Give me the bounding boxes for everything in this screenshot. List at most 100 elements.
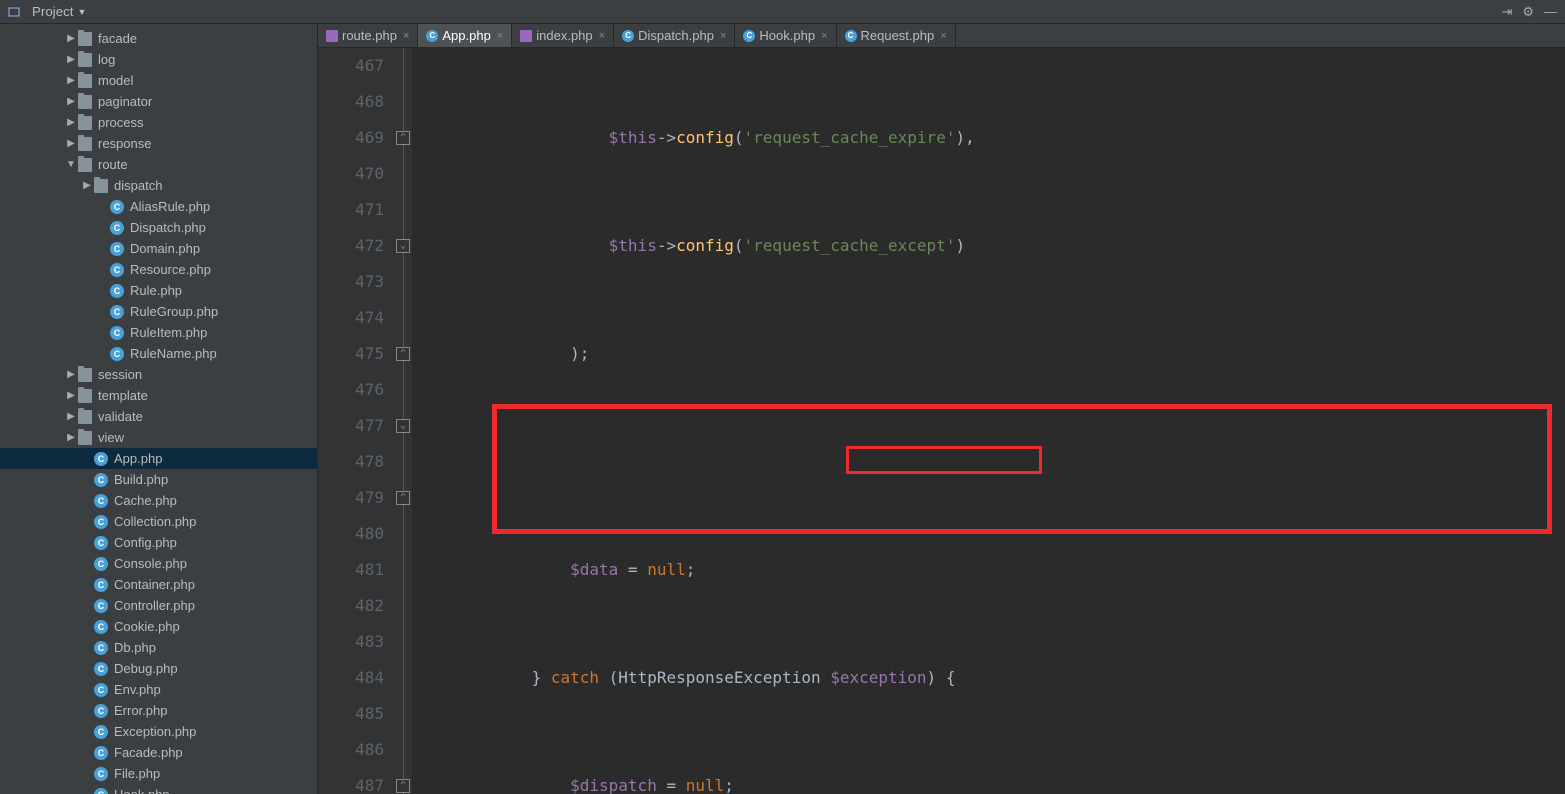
line-number: 476 xyxy=(318,372,384,408)
tree-arrow-icon[interactable]: ▶ xyxy=(80,180,94,191)
tree-arrow-icon[interactable]: ▶ xyxy=(64,369,78,380)
tree-row[interactable]: ▶template xyxy=(0,385,317,406)
tree-row[interactable]: ▶ log xyxy=(0,49,317,70)
tree-label: Error.php xyxy=(114,703,317,718)
close-icon[interactable]: × xyxy=(497,30,503,42)
tree-row[interactable]: ▶view xyxy=(0,427,317,448)
code-editor[interactable]: 4674684694704714724734744754764774784794… xyxy=(318,48,1565,794)
tree-row[interactable]: ▶CRuleItem.php xyxy=(0,322,317,343)
fold-toggle-icon[interactable]: ⌃ xyxy=(396,779,410,793)
tree-row[interactable]: ▶CError.php xyxy=(0,700,317,721)
fold-toggle-icon[interactable]: ⌃ xyxy=(396,347,410,361)
tree-row[interactable]: ▶ response xyxy=(0,133,317,154)
tree-row[interactable]: ▶CConfig.php xyxy=(0,532,317,553)
fold-toggle-icon[interactable]: ⌃ xyxy=(396,131,410,145)
tree-row[interactable]: ▶CFile.php xyxy=(0,763,317,784)
fold-toggle-icon[interactable]: ⌄ xyxy=(396,239,410,253)
tree-label: session xyxy=(98,367,317,382)
tree-row[interactable]: ▶process xyxy=(0,112,317,133)
close-icon[interactable]: × xyxy=(940,30,946,42)
tree-label: Container.php xyxy=(114,577,317,592)
tree-row[interactable]: ▶CApp.php xyxy=(0,448,317,469)
tree-row[interactable]: ▶CResource.php xyxy=(0,259,317,280)
tree-label: model xyxy=(98,73,317,88)
tree-row[interactable]: ▶CRule.php xyxy=(0,280,317,301)
tree-row[interactable]: ▶CConsole.php xyxy=(0,553,317,574)
tree-arrow-icon[interactable]: ▶ xyxy=(64,75,78,86)
tree-row[interactable]: ▶CRuleGroup.php xyxy=(0,301,317,322)
tree-row[interactable]: ▶CFacade.php xyxy=(0,742,317,763)
tree-row[interactable]: ▼route xyxy=(0,154,317,175)
fold-toggle-icon[interactable]: ⌄ xyxy=(396,419,410,433)
close-icon[interactable]: × xyxy=(821,30,827,42)
tree-row[interactable]: ▶CException.php xyxy=(0,721,317,742)
tree-row[interactable]: ▶CRuleName.php xyxy=(0,343,317,364)
tree-row[interactable]: ▶CCollection.php xyxy=(0,511,317,532)
class-file-icon: C xyxy=(94,767,108,781)
close-icon[interactable]: × xyxy=(599,30,605,42)
line-number: 481 xyxy=(318,552,384,588)
tree-row[interactable]: ▶CCookie.php xyxy=(0,616,317,637)
tree-arrow-icon[interactable]: ▶ xyxy=(64,432,78,443)
class-file-icon: C xyxy=(94,788,108,794)
tree-label: File.php xyxy=(114,766,317,781)
line-number: 473 xyxy=(318,264,384,300)
tree-row[interactable]: ▶CCache.php xyxy=(0,490,317,511)
close-icon[interactable]: × xyxy=(403,30,409,42)
tree-row[interactable]: ▶validate xyxy=(0,406,317,427)
tree-row[interactable]: ▶dispatch xyxy=(0,175,317,196)
tree-arrow-icon[interactable]: ▶ xyxy=(64,138,78,149)
folder-icon xyxy=(78,116,92,130)
tree-label: App.php xyxy=(114,451,317,466)
tree-row[interactable]: ▶ session xyxy=(0,364,317,385)
tab-label: App.php xyxy=(442,28,490,43)
code-content[interactable]: $this->config('request_cache_expire'), $… xyxy=(412,48,1565,794)
project-dropdown[interactable]: Project ▼ xyxy=(26,2,92,21)
folder-icon xyxy=(94,179,108,193)
tree-row[interactable]: ▶CDispatch.php xyxy=(0,217,317,238)
tree-row[interactable]: ▶facade xyxy=(0,28,317,49)
editor-tab[interactable]: CDispatch.php× xyxy=(614,24,735,47)
folder-icon xyxy=(78,158,92,172)
tree-row[interactable]: ▶CDebug.php xyxy=(0,658,317,679)
tree-row[interactable]: ▶CDomain.php xyxy=(0,238,317,259)
tree-label: Cache.php xyxy=(114,493,317,508)
tree-row[interactable]: ▶CEnv.php xyxy=(0,679,317,700)
class-file-icon: C xyxy=(94,683,108,697)
tree-arrow-icon[interactable]: ▶ xyxy=(64,96,78,107)
tree-row[interactable]: ▶CBuild.php xyxy=(0,469,317,490)
tree-label: response xyxy=(98,136,317,151)
title-bar: Project ▼ ⇥ ⚙ — xyxy=(0,0,1565,24)
tree-row[interactable]: ▶CController.php xyxy=(0,595,317,616)
editor-tab[interactable]: CHook.php× xyxy=(735,24,836,47)
tree-row[interactable]: ▶CHook.php xyxy=(0,784,317,794)
class-file-icon: C xyxy=(743,30,755,42)
tree-arrow-icon[interactable]: ▶ xyxy=(64,54,78,65)
editor-tab[interactable]: CApp.php× xyxy=(418,24,512,47)
tree-arrow-icon[interactable]: ▼ xyxy=(64,159,78,170)
minimize-icon[interactable]: — xyxy=(1544,4,1557,19)
collapse-icon[interactable]: ⇥ xyxy=(1501,4,1512,20)
tree-row[interactable]: ▶paginator xyxy=(0,91,317,112)
tree-arrow-icon[interactable]: ▶ xyxy=(64,117,78,128)
tree-row[interactable]: ▶CContainer.php xyxy=(0,574,317,595)
gear-icon[interactable]: ⚙ xyxy=(1522,4,1534,20)
tree-arrow-icon[interactable]: ▶ xyxy=(64,390,78,401)
close-icon[interactable]: × xyxy=(720,30,726,42)
fold-toggle-icon[interactable]: ⌃ xyxy=(396,491,410,505)
project-label: Project xyxy=(32,4,73,19)
editor-tab[interactable]: route.php× xyxy=(318,24,418,47)
class-file-icon: C xyxy=(94,662,108,676)
class-file-icon: C xyxy=(94,704,108,718)
tree-arrow-icon[interactable]: ▶ xyxy=(64,411,78,422)
tree-label: log xyxy=(98,52,317,67)
editor-tab[interactable]: index.php× xyxy=(512,24,614,47)
editor-tab[interactable]: CRequest.php× xyxy=(837,24,956,47)
project-tree[interactable]: ▶facade▶log▶model▶paginator▶process▶resp… xyxy=(0,24,318,794)
tree-row[interactable]: ▶CDb.php xyxy=(0,637,317,658)
tree-row[interactable]: ▶CAliasRule.php xyxy=(0,196,317,217)
main-area: ▶facade▶log▶model▶paginator▶process▶resp… xyxy=(0,24,1565,794)
tree-row[interactable]: ▶ model xyxy=(0,70,317,91)
fold-gutter[interactable]: ⌃ ⌄ ⌃ ⌄ ⌃ ⌃ xyxy=(394,48,412,794)
tree-arrow-icon[interactable]: ▶ xyxy=(64,33,78,44)
